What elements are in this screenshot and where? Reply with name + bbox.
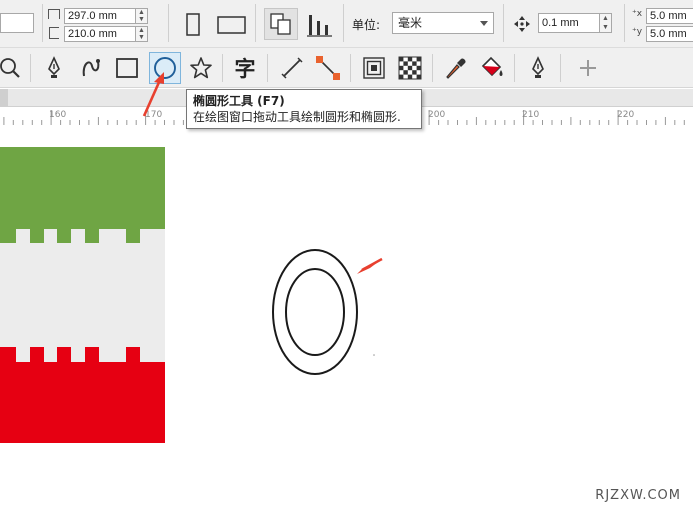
nudge-spinner[interactable]: ▲ ▼ — [600, 13, 612, 33]
gray-band[interactable] — [0, 229, 165, 362]
checkerboard-icon — [398, 56, 422, 80]
nudge-icon — [514, 16, 530, 32]
separator — [514, 54, 515, 82]
pen-tool[interactable] — [38, 52, 70, 84]
separator — [624, 4, 625, 42]
connector-tool[interactable] — [312, 52, 344, 84]
page-width-input[interactable]: 297.0 mm — [64, 8, 136, 24]
tooltip-title: 椭圆形工具 (F7) — [193, 94, 285, 108]
toolbox: 字 — [0, 48, 693, 88]
separator — [350, 54, 351, 82]
rectangle-tool[interactable] — [111, 52, 143, 84]
transparency-tool[interactable] — [394, 52, 426, 84]
portrait-button[interactable] — [178, 10, 206, 38]
drawing-canvas[interactable] — [0, 125, 693, 511]
pages-stack-icon — [270, 13, 291, 35]
text-tool[interactable]: 字 — [229, 52, 261, 84]
nudge-distance-input[interactable]: 0.1 mm — [538, 13, 600, 33]
separator — [222, 54, 223, 82]
separator — [267, 54, 268, 82]
page-size-dropdown[interactable] — [0, 13, 34, 33]
dup-y-icon: ⁺y — [632, 27, 643, 37]
separator — [42, 4, 43, 42]
stray-dot — [373, 354, 375, 356]
rectangle-icon — [116, 58, 138, 78]
magnifier-icon — [0, 58, 20, 78]
separator — [432, 54, 433, 82]
page-height-spinner[interactable]: ▲ ▼ — [136, 26, 148, 42]
contour-icon — [363, 57, 385, 79]
dup-x-icon: ⁺x — [632, 9, 643, 19]
watermark: RJZXW.COM — [595, 488, 681, 503]
width-icon — [48, 9, 60, 19]
plus-icon — [580, 60, 596, 76]
red-arrow-shaft — [361, 257, 383, 272]
add-tool-button[interactable] — [572, 52, 604, 84]
separator — [343, 4, 344, 42]
chevron-down-icon — [480, 21, 488, 26]
page-height-input[interactable]: 210.0 mm — [64, 26, 136, 42]
fill-bucket-icon — [481, 56, 503, 77]
interactive-fill-tool[interactable] — [476, 52, 508, 84]
dimension-tool[interactable] — [276, 52, 308, 84]
eyedropper-icon — [446, 58, 466, 79]
page-bars-icon — [307, 15, 332, 37]
duplicate-x-input[interactable]: 5.0 mm — [646, 8, 693, 24]
connector-icon — [316, 56, 340, 80]
separator — [168, 4, 169, 42]
page-width-spinner[interactable]: ▲ ▼ — [136, 8, 148, 24]
pen-nib-icon — [48, 56, 60, 78]
tool-tooltip: 椭圆形工具 (F7) 在绘图窗口拖动工具绘制圆形和椭圆形. — [186, 89, 422, 129]
tool-pointer-arrow-icon — [142, 72, 164, 117]
ruler-label-160: 160 — [49, 110, 67, 120]
property-bar: 297.0 mm ▲ ▼ 210.0 mm ▲ ▼ 单位: 毫米 0.1 mm ▲ ▼… — [0, 0, 693, 48]
units-value: 毫米 — [398, 16, 423, 30]
green-band[interactable] — [0, 147, 165, 229]
separator — [503, 4, 504, 42]
dimension-line-icon — [281, 57, 303, 79]
text-icon: 字 — [234, 57, 256, 81]
ruler-label-200: 200 — [428, 110, 446, 120]
red-band[interactable] — [0, 362, 165, 443]
tooltip-description: 在绘图窗口拖动工具绘制圆形和椭圆形. — [193, 110, 401, 124]
contour-tool[interactable] — [358, 52, 390, 84]
landscape-icon — [217, 16, 246, 34]
separator — [255, 4, 256, 42]
current-page-button[interactable] — [302, 8, 336, 40]
ruler-label-210: 210 — [522, 110, 540, 120]
all-pages-button[interactable] — [264, 8, 298, 40]
units-label: 单位: — [352, 18, 381, 32]
portrait-icon — [186, 13, 200, 36]
curve-brush-icon — [82, 59, 100, 77]
separator — [560, 54, 561, 82]
inner-ellipse[interactable] — [285, 268, 345, 356]
drawing-artwork — [0, 147, 383, 443]
star-icon — [190, 57, 212, 79]
eyedropper-tool[interactable] — [440, 52, 472, 84]
height-icon — [49, 27, 59, 39]
ruler-corner-tab[interactable] — [0, 89, 8, 107]
artistic-media-tool[interactable] — [76, 52, 108, 84]
duplicate-y-input[interactable]: 5.0 mm — [646, 26, 693, 42]
landscape-button[interactable] — [214, 10, 248, 38]
units-dropdown[interactable]: 毫米 — [392, 12, 494, 34]
separator — [30, 54, 31, 82]
ruler-label-220: 220 — [617, 110, 635, 120]
pen-outline-icon — [532, 56, 544, 78]
zoom-tool[interactable] — [0, 52, 26, 84]
smart-fill-tool[interactable] — [522, 52, 554, 84]
polygon-tool[interactable] — [185, 52, 217, 84]
